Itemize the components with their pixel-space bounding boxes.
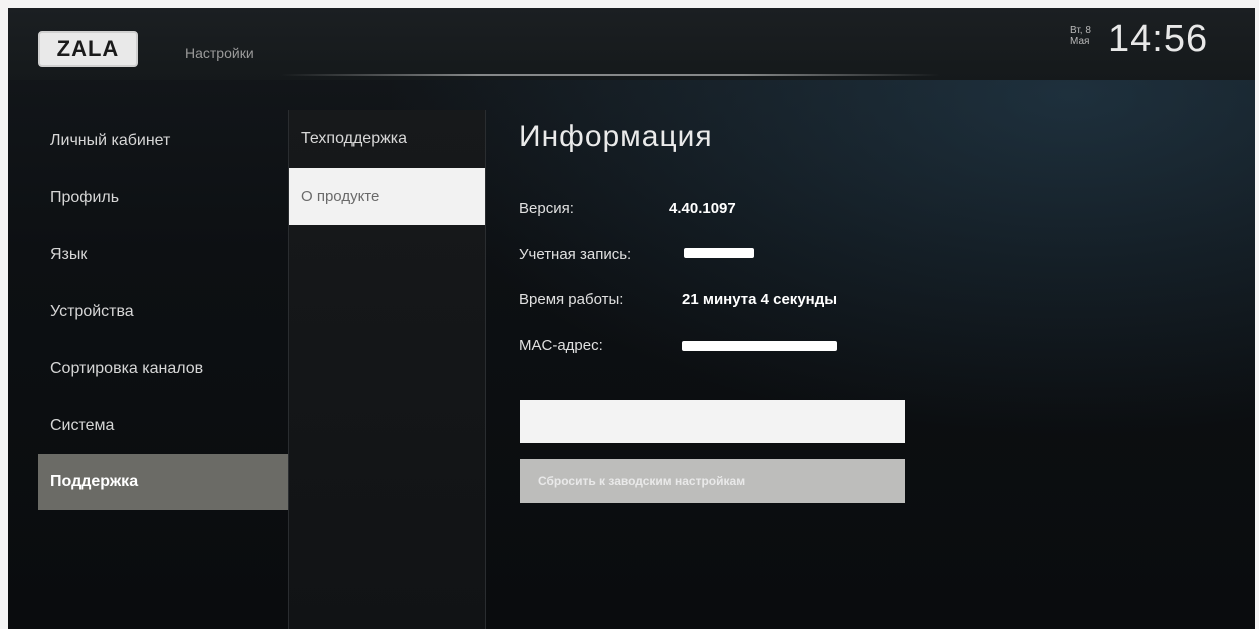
menu-item-channel-sorting[interactable]: Сортировка каналов: [38, 340, 288, 397]
zala-logo: ZALA: [38, 31, 138, 67]
clock: 14:56: [1108, 18, 1209, 60]
menu-item-label: Язык: [50, 245, 88, 263]
settings-menu: Личный кабинет Профиль Язык Устройства С…: [38, 112, 288, 510]
tv-screen: ZALA Настройки Вт, 8 Мая 14:56 Личный ка…: [0, 0, 1259, 629]
menu-item-label: Система: [50, 416, 115, 434]
menu-item-personal-account[interactable]: Личный кабинет: [38, 112, 288, 169]
menu-item-label: Сортировка каналов: [50, 359, 204, 377]
header-divider: [280, 74, 940, 76]
submenu-item-tech-support[interactable]: Техподдержка: [289, 110, 485, 168]
page-title: Настройки: [185, 45, 254, 61]
mac-label: MAC-адрес:: [519, 337, 603, 354]
date-month: Мая: [1070, 36, 1090, 47]
menu-item-language[interactable]: Язык: [38, 226, 288, 283]
menu-item-system[interactable]: Система: [38, 397, 288, 454]
version-value: 4.40.1097: [669, 200, 736, 217]
menu-item-label: Профиль: [50, 188, 120, 206]
support-submenu: Техподдержка О продукте: [288, 110, 486, 629]
account-redacted: [684, 248, 754, 258]
header-bar: ZALA Настройки Вт, 8 Мая 14:56: [8, 8, 1255, 80]
uptime-value: 21 минута 4 секунды: [682, 291, 838, 308]
factory-reset-label: Сбросить к заводским настройкам: [538, 474, 746, 488]
account-label: Учетная запись:: [519, 246, 632, 263]
submenu-item-about-product[interactable]: О продукте: [289, 168, 485, 225]
photo-border-left: [0, 0, 8, 629]
factory-reset-button[interactable]: Сбросить к заводским настройкам: [520, 459, 905, 503]
menu-item-label: Устройства: [50, 302, 134, 320]
date-display: Вт, 8 Мая: [1070, 25, 1091, 47]
menu-item-devices[interactable]: Устройства: [38, 283, 288, 340]
menu-item-label: Поддержка: [50, 473, 139, 490]
submenu-item-label: Техподдержка: [301, 130, 408, 147]
menu-item-profile[interactable]: Профиль: [38, 169, 288, 226]
uptime-label: Время работы:: [519, 291, 624, 308]
info-heading: Информация: [519, 120, 713, 153]
menu-item-label: Личный кабинет: [50, 131, 171, 149]
logo-text: ZALA: [56, 36, 120, 61]
photo-border-top: [0, 0, 1259, 8]
date-day: Вт, 8: [1070, 25, 1091, 36]
blank-action-button[interactable]: [520, 400, 905, 443]
version-label: Версия:: [519, 200, 574, 217]
mac-redacted: [682, 341, 837, 351]
photo-border-right: [1255, 0, 1259, 629]
menu-item-support[interactable]: Поддержка: [38, 454, 288, 510]
submenu-item-label: О продукте: [301, 188, 380, 205]
